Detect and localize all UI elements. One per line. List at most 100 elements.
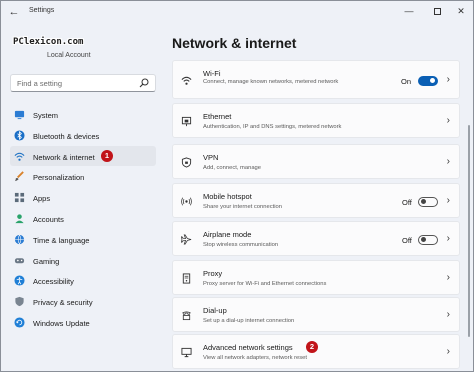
card-subtitle: Proxy server for Wi-Fi and Ethernet conn… [203, 281, 327, 287]
card-subtitle: Connect, manage known networks, metered … [203, 79, 339, 85]
back-button[interactable]: ← [8, 6, 20, 18]
shield-icon [15, 297, 24, 307]
search-box[interactable]: Find a setting [10, 74, 156, 92]
card-title: VPN [203, 153, 219, 162]
sidebar-item-label: Windows Update [33, 318, 90, 328]
sidebar-item-windows-update[interactable]: Windows Update [10, 312, 156, 333]
toggle-knob [430, 78, 435, 83]
sidebar-item-label: Privacy & security [33, 298, 93, 308]
card-title: Advanced network settings [203, 343, 293, 352]
accessibility-icon [14, 275, 25, 286]
toggle-state-label: On [401, 76, 412, 86]
sidebar-item-label: Accounts [33, 214, 64, 224]
minimize-button[interactable]: — [401, 4, 417, 18]
search-input[interactable]: Find a setting [17, 79, 62, 88]
card-title: Dial-up [203, 306, 227, 315]
chevron-right-icon[interactable]: › [447, 74, 450, 85]
chevron-right-icon[interactable]: › [447, 272, 450, 283]
card-proxy[interactable]: Proxy Proxy server for Wi-Fi and Ethernet… [172, 260, 460, 295]
dialup-icon [182, 311, 191, 321]
sidebar-item-accounts[interactable]: Accounts [10, 208, 156, 229]
apps-icon [14, 193, 25, 203]
sidebar-item-bluetooth-devices[interactable]: Bluetooth & devices [10, 125, 156, 146]
wifi-icon [14, 152, 25, 161]
site-logo: PClexicon.com [13, 37, 84, 47]
title-bar: ← Settings — ✕ [1, 1, 473, 23]
scrollbar[interactable] [468, 125, 470, 337]
toggle-state-label: Off [402, 235, 412, 245]
globe-clock-icon [14, 234, 25, 245]
chevron-right-icon[interactable]: › [447, 233, 450, 244]
card-mobile-hotspot[interactable]: Mobile hotspot Share your internet connec… [172, 183, 460, 218]
airplane-icon [181, 234, 192, 245]
card-wi-fi[interactable]: Wi-Fi Connect, manage known networks, met… [172, 60, 460, 99]
card-subtitle: View all network adapters, network reset [203, 355, 307, 361]
sidebar-item-label: Personalization [33, 173, 85, 183]
card-title: Wi-Fi [203, 69, 221, 78]
card-subtitle: Stop wireless communication [203, 242, 279, 248]
card-title: Ethernet [203, 112, 232, 121]
step-badge: 1 [101, 150, 113, 163]
sidebar-item-label: Bluetooth & devices [33, 131, 100, 141]
sidebar-item-accessibility[interactable]: Accessibility [10, 270, 156, 291]
toggle-knob [421, 199, 426, 204]
sidebar-item-label: Network & internet [33, 152, 95, 162]
card-subtitle: Set up a dial-up internet connection [203, 318, 295, 324]
proxy-icon [182, 273, 191, 284]
sidebar-nav: System Bluetooth & devices Network & inter… [10, 104, 156, 333]
ethernet-icon [181, 116, 192, 127]
card-subtitle: Share your internet connection [203, 204, 282, 210]
search-icon [139, 78, 149, 88]
sidebar-item-label: System [33, 111, 59, 120]
sidebar-item-privacy-security[interactable]: Privacy & security [10, 291, 156, 312]
sidebar-item-time-language[interactable]: Time & language [10, 229, 156, 250]
system-icon [14, 110, 25, 120]
card-subtitle: Add, connect, manage [203, 165, 262, 171]
sidebar-item-apps[interactable]: Apps [10, 187, 156, 208]
hotspot-icon [181, 197, 192, 206]
toggle-switch[interactable] [418, 75, 438, 86]
close-button[interactable]: ✕ [453, 4, 469, 18]
update-icon [14, 317, 25, 328]
chevron-right-icon[interactable]: › [447, 115, 450, 126]
card-title: Proxy [203, 269, 223, 278]
chevron-right-icon[interactable]: › [447, 346, 450, 357]
sidebar-item-label: Apps [33, 194, 51, 204]
maximize-button[interactable] [429, 4, 445, 18]
sidebar-item-label: Accessibility [33, 277, 74, 287]
card-title: Airplane mode [203, 230, 252, 239]
network-monitor-icon [181, 347, 192, 358]
gamepad-icon [14, 257, 25, 263]
card-advanced-network-settings[interactable]: Advanced network settings View all networ… [172, 334, 460, 369]
card-dial-up[interactable]: Dial-up Set up a dial-up internet connect… [172, 297, 460, 332]
sidebar-item-gaming[interactable]: Gaming [10, 250, 156, 271]
toggle-state-label: Off [402, 197, 412, 207]
toggle-knob [421, 237, 426, 242]
sidebar-item-network-internet[interactable]: Network & internet 1 [10, 145, 156, 167]
chevron-right-icon[interactable]: › [447, 156, 450, 167]
vpn-shield-icon [181, 157, 192, 168]
chevron-right-icon[interactable]: › [447, 195, 450, 206]
sidebar-item-label: Gaming [33, 256, 60, 266]
chevron-right-icon[interactable]: › [447, 309, 450, 320]
bluetooth-icon [14, 130, 25, 141]
account-label: Local Account [47, 52, 91, 59]
brush-icon [14, 171, 24, 182]
sidebar-item-personalization[interactable]: Personalization [10, 166, 156, 187]
sidebar-item-label: Time & language [33, 235, 90, 245]
toggle-switch[interactable] [418, 234, 438, 245]
wifi-icon [181, 76, 192, 85]
card-subtitle: Authentication, IP and DNS settings, met… [203, 124, 342, 130]
maximize-icon [433, 8, 441, 16]
sidebar-item-system[interactable]: System [10, 104, 156, 125]
toggle-switch[interactable] [418, 196, 438, 207]
card-title: Mobile hotspot [203, 192, 252, 201]
accounts-icon [15, 214, 24, 224]
window-title: Settings [29, 7, 55, 14]
card-airplane-mode[interactable]: Airplane mode Stop wireless communication… [172, 221, 460, 256]
card-vpn[interactable]: VPN Add, connect, manage › [172, 144, 460, 179]
page-title: Network & internet [172, 35, 297, 51]
step-badge: 2 [306, 341, 318, 353]
settings-window: ← Settings — ✕ PClexicon.com Local Accou… [0, 0, 474, 372]
card-ethernet[interactable]: Ethernet Authentication, IP and DNS setti… [172, 103, 460, 138]
